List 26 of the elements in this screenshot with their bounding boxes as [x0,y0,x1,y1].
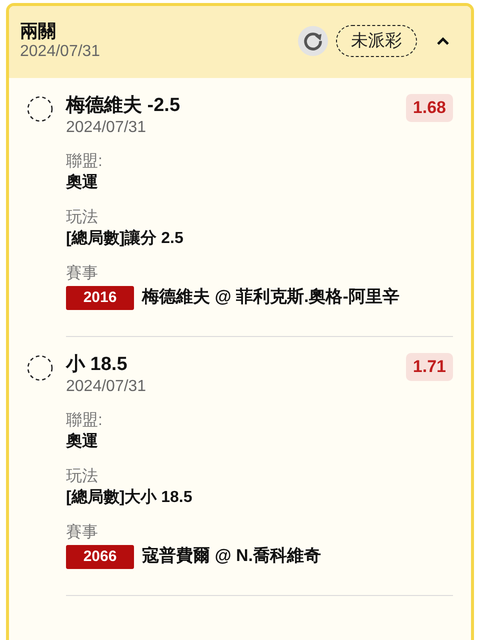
refresh-icon[interactable] [298,26,328,56]
league-value: 奧運 [66,432,99,452]
league-label: 聯盟: [66,152,104,172]
bet-type-label: 玩法 [66,467,99,487]
event-label: 賽事 [66,264,99,284]
bet-date: 2024/07/31 [20,42,102,62]
selection-title: 小 18.5 [66,353,128,377]
odds-badge: 1.71 [406,353,453,381]
odds-badge: 1.68 [406,94,453,122]
bet-type-label: 玩法 [66,208,99,228]
bet-type-value: [總局數]讓分 2.5 [66,228,184,249]
league-value: 奧運 [66,172,99,193]
bet-type-value: [總局數]大小 18.5 [66,488,194,508]
event-name: 寇普費爾 @ N.喬科維奇 [142,545,322,567]
event-label: 賽事 [66,523,99,543]
dashed-circle-icon[interactable] [27,355,53,381]
dashed-circle-icon[interactable] [27,96,53,122]
status-pill: 未派彩 [336,25,417,57]
event-number: 2066 [66,545,134,569]
league-label: 聯盟: [66,411,104,431]
event-name: 梅德維夫 @ 菲利克斯.奧格-阿里辛 [142,286,400,308]
leg-date: 2024/07/31 [66,377,146,397]
bet-title: 兩關 [20,20,57,42]
event-number: 2016 [66,286,134,310]
selection-title: 梅德維夫 -2.5 [66,94,180,118]
leg-date: 2024/07/31 [66,118,148,138]
